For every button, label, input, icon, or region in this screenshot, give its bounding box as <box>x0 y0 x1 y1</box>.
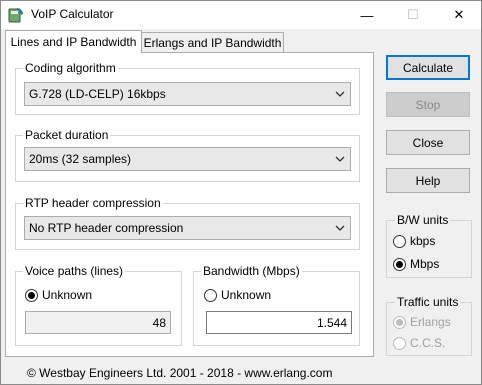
voice-paths-group: Voice paths (lines) <box>15 264 182 346</box>
radio-unchecked-icon <box>204 288 217 302</box>
tab-erlangs-ip-bandwidth[interactable]: Erlangs and IP Bandwidth <box>141 32 284 53</box>
app-icon <box>8 7 24 23</box>
calculate-label: Calculate <box>402 60 454 75</box>
rtp-header-compression-select[interactable]: No RTP header compression <box>24 216 351 240</box>
voice-paths-value: 48 <box>152 315 166 330</box>
chevron-down-icon <box>333 220 347 236</box>
coding-algorithm-label: Coding algorithm <box>23 61 118 75</box>
window-title: VoIP Calculator <box>31 7 114 21</box>
bw-units-kbps-radio[interactable]: kbps <box>393 234 435 248</box>
tab-label: Lines and IP Bandwidth <box>10 35 137 49</box>
packet-duration-value: 20ms (32 samples) <box>29 152 132 166</box>
bandwidth-value: 1.544 <box>316 315 347 330</box>
radio-disabled-checked-icon <box>393 315 406 329</box>
bandwidth-value-field[interactable]: 1.544 <box>206 311 352 334</box>
chevron-down-icon <box>333 86 347 102</box>
close-label: Close <box>412 135 444 150</box>
minimize-button[interactable]: — <box>344 1 390 29</box>
packet-duration-select[interactable]: 20ms (32 samples) <box>24 147 351 171</box>
radio-checked-icon <box>393 257 406 271</box>
maximize-button[interactable]: ☐ <box>390 1 436 29</box>
voice-paths-label: Voice paths (lines) <box>23 264 126 278</box>
chevron-down-icon <box>333 151 347 167</box>
ccs-label: C.C.S. <box>410 336 446 350</box>
minimize-icon: — <box>360 7 374 23</box>
packet-duration-label: Packet duration <box>23 128 111 142</box>
maximize-icon: ☐ <box>407 7 419 22</box>
tab-panel: Coding algorithm G.728 (LD-CELP) 16kbps … <box>5 52 374 357</box>
bw-units-label: B/W units <box>395 213 451 227</box>
mbps-label: Mbps <box>410 257 440 271</box>
close-button[interactable]: Close <box>386 130 470 155</box>
traffic-units-erlangs-radio: Erlangs <box>393 315 451 329</box>
traffic-units-ccs-radio: C.C.S. <box>393 336 445 350</box>
bandwidth-unknown-radio[interactable]: Unknown <box>204 288 271 302</box>
traffic-units-label: Traffic units <box>395 295 461 309</box>
copyright-footer: © Westbay Engineers Ltd. 2001 - 2018 - w… <box>27 366 333 380</box>
title-bar: VoIP Calculator — ☐ ✕ <box>1 1 481 29</box>
coding-algorithm-value: G.728 (LD-CELP) 16kbps <box>29 87 166 101</box>
close-window-button[interactable]: ✕ <box>436 1 482 29</box>
erlangs-label: Erlangs <box>410 315 451 329</box>
rtp-header-compression-value: No RTP header compression <box>29 221 184 235</box>
tab-lines-ip-bandwidth[interactable]: Lines and IP Bandwidth <box>5 30 142 53</box>
voip-calculator-window: VoIP Calculator — ☐ ✕ Lines and IP Bandw… <box>0 0 482 385</box>
calculate-button[interactable]: Calculate <box>386 55 470 80</box>
stop-button: Stop <box>386 92 470 117</box>
bw-units-mbps-radio[interactable]: Mbps <box>393 257 439 271</box>
bandwidth-group: Bandwidth (Mbps) <box>193 264 360 346</box>
radio-checked-icon <box>25 288 38 302</box>
help-label: Help <box>415 173 441 188</box>
radio-disabled-icon <box>393 336 406 350</box>
help-button[interactable]: Help <box>386 168 470 193</box>
tab-label: Erlangs and IP Bandwidth <box>143 35 282 50</box>
rtp-header-compression-label: RTP header compression <box>23 196 163 210</box>
bandwidth-unknown-label: Unknown <box>221 288 272 302</box>
close-icon: ✕ <box>453 7 465 22</box>
stop-label: Stop <box>415 97 441 112</box>
voice-paths-unknown-label: Unknown <box>42 288 93 302</box>
voice-paths-value-field: 48 <box>25 311 171 334</box>
radio-unchecked-icon <box>393 234 406 248</box>
voice-paths-unknown-radio[interactable]: Unknown <box>25 288 92 302</box>
coding-algorithm-select[interactable]: G.728 (LD-CELP) 16kbps <box>24 82 351 106</box>
kbps-label: kbps <box>410 234 436 248</box>
bandwidth-label: Bandwidth (Mbps) <box>201 264 302 278</box>
